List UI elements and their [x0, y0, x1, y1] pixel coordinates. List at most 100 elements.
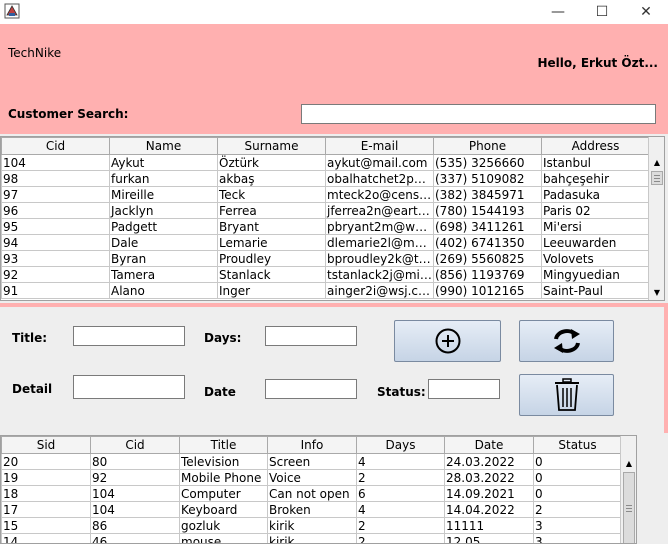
table-row[interactable]: 93 Byran Proudley bproudley2k@typ... (269) 5…	[1, 250, 650, 267]
cell-phone: (990) 1012165	[433, 282, 542, 299]
column-header-surname[interactable]: Surname	[217, 137, 326, 155]
thumb-grip-line	[654, 175, 660, 176]
cell-surname: Proudley	[217, 250, 326, 267]
cell-surname: Inger	[217, 282, 326, 299]
column-header-name[interactable]: Name	[109, 137, 218, 155]
cell-title: gozluk	[179, 517, 268, 534]
scroll-down-arrow-icon[interactable]: ▼	[649, 284, 664, 300]
days-label: Days:	[204, 331, 242, 345]
cell-date: 14.04.2022	[444, 501, 534, 518]
column-header-title[interactable]: Title	[179, 436, 268, 454]
scroll-thumb[interactable]	[651, 171, 663, 185]
column-header-cid[interactable]: Cid	[1, 137, 110, 155]
cell-email: pbryant2m@wsj....	[325, 218, 434, 235]
table-row[interactable]: 104 Aykut Öztürk aykut@mail.com (535) 325666…	[1, 154, 650, 171]
services-table[interactable]: Sid Cid Title Info Days Date Status 20 80…	[0, 435, 637, 544]
cell-email: ainger2i@wsj.com	[325, 282, 434, 299]
cell-cid: 46	[90, 533, 180, 543]
cell-name: Dale	[109, 234, 218, 251]
cell-address: Volovets	[541, 250, 650, 267]
customers-scrollbar[interactable]: ▲ ▼	[648, 137, 664, 300]
thumb-grip-line	[626, 505, 632, 506]
cell-address: Leeuwarden	[541, 234, 650, 251]
column-header-phone[interactable]: Phone	[433, 137, 542, 155]
column-header-days[interactable]: Days	[356, 436, 445, 454]
detail-input[interactable]	[73, 375, 185, 399]
cell-email: tstanlack2j@miit...	[325, 266, 434, 283]
cell-surname: Öztürk	[217, 154, 326, 171]
days-input[interactable]	[265, 326, 357, 346]
cell-email: jferrea2n@earthli...	[325, 202, 434, 219]
thumb-grip-line	[654, 181, 660, 182]
cell-name: furkan	[109, 170, 218, 187]
table-row[interactable]: 95 Padgett Bryant pbryant2m@wsj.... (698) 34…	[1, 218, 650, 235]
table-row[interactable]: 14 46 mouse kirik 2 12.05 3	[1, 533, 622, 543]
column-header-status[interactable]: Status	[533, 436, 622, 454]
cell-surname: Stanlack	[217, 266, 326, 283]
cell-info: Broken	[267, 501, 357, 518]
cell-sid: 17	[1, 501, 91, 518]
minimize-button[interactable]: —	[536, 0, 580, 24]
column-header-sid[interactable]: Sid	[1, 436, 91, 454]
customer-search-input[interactable]	[301, 104, 656, 124]
cell-sid: 19	[1, 469, 91, 486]
table-row[interactable]: 19 92 Mobile Phone Voice 2 28.03.2022 0	[1, 469, 622, 486]
title-input[interactable]	[73, 326, 185, 346]
column-header-info[interactable]: Info	[267, 436, 357, 454]
services-scrollbar[interactable]: ▲	[620, 436, 636, 543]
column-header-address[interactable]: Address	[541, 137, 650, 155]
cell-days: 4	[356, 453, 445, 470]
scroll-up-arrow-icon[interactable]: ▲	[649, 154, 664, 170]
scroll-up-arrow-icon[interactable]: ▲	[621, 455, 636, 471]
refresh-icon	[553, 329, 580, 353]
cell-cid: 104	[1, 154, 110, 171]
column-header-cid[interactable]: Cid	[90, 436, 180, 454]
cell-sid: 20	[1, 453, 91, 470]
table-row[interactable]: 91 Alano Inger ainger2i@wsj.com (990) 101216…	[1, 282, 650, 299]
cell-date: 14.09.2021	[444, 485, 534, 502]
table-row[interactable]: 15 86 gozluk kirik 2 11111 3	[1, 517, 622, 534]
table-row[interactable]: 97 Mireille Teck mteck2o@censu... (382) 3845…	[1, 186, 650, 203]
cell-days: 6	[356, 485, 445, 502]
services-rows: 20 80 Television Screen 4 24.03.2022 0 19 92 Mob…	[1, 453, 622, 543]
table-row[interactable]: 92 Tamera Stanlack tstanlack2j@miit... (856)…	[1, 266, 650, 283]
cell-status: 0	[533, 453, 622, 470]
table-row[interactable]: 98 furkan akbaş obalhatchet2p@c... (337) 510…	[1, 170, 650, 187]
close-button[interactable]: ✕	[624, 0, 668, 24]
maximize-button[interactable]: ☐	[580, 0, 624, 24]
table-row[interactable]: 18 104 Computer Can not open 6 14.09.2021 0	[1, 485, 622, 502]
status-input[interactable]	[428, 379, 500, 399]
cell-status: 3	[533, 533, 622, 543]
cell-name: Byran	[109, 250, 218, 267]
customers-table[interactable]: Cid Name Surname E-mail Phone Address 10…	[0, 136, 665, 301]
delete-button[interactable]	[519, 374, 614, 416]
add-service-button[interactable]	[394, 320, 501, 362]
cell-info: kirik	[267, 533, 357, 543]
refresh-button[interactable]	[519, 320, 614, 362]
cell-phone: (402) 6741350	[433, 234, 542, 251]
cell-days: 2	[356, 533, 445, 543]
cell-phone: (269) 5560825	[433, 250, 542, 267]
date-input[interactable]	[265, 379, 357, 399]
brand-label: TechNike	[8, 46, 62, 60]
cell-days: 2	[356, 517, 445, 534]
cell-surname: akbaş	[217, 170, 326, 187]
table-row[interactable]: 17 104 Keyboard Broken 4 14.04.2022 2	[1, 501, 622, 518]
cell-info: Can not open	[267, 485, 357, 502]
cell-title: Computer	[179, 485, 268, 502]
cell-cid: 80	[90, 453, 180, 470]
cell-sid: 14	[1, 533, 91, 543]
user-greeting: Hello, Erkut Özt...	[537, 56, 658, 70]
scroll-thumb[interactable]	[623, 472, 635, 543]
cell-info: kirik	[267, 517, 357, 534]
cell-cid: 92	[90, 469, 180, 486]
column-header-date[interactable]: Date	[444, 436, 534, 454]
cell-address: Saint-Paul	[541, 282, 650, 299]
table-row[interactable]: 20 80 Television Screen 4 24.03.2022 0	[1, 453, 622, 470]
column-header-email[interactable]: E-mail	[325, 137, 434, 155]
table-row[interactable]: 94 Dale Lemarie dlemarie2l@med... (402) 6741…	[1, 234, 650, 251]
cell-email: obalhatchet2p@c...	[325, 170, 434, 187]
cell-address: Paris 02	[541, 202, 650, 219]
table-row[interactable]: 96 Jacklyn Ferrea jferrea2n@earthli... (780)…	[1, 202, 650, 219]
cell-status: 0	[533, 485, 622, 502]
